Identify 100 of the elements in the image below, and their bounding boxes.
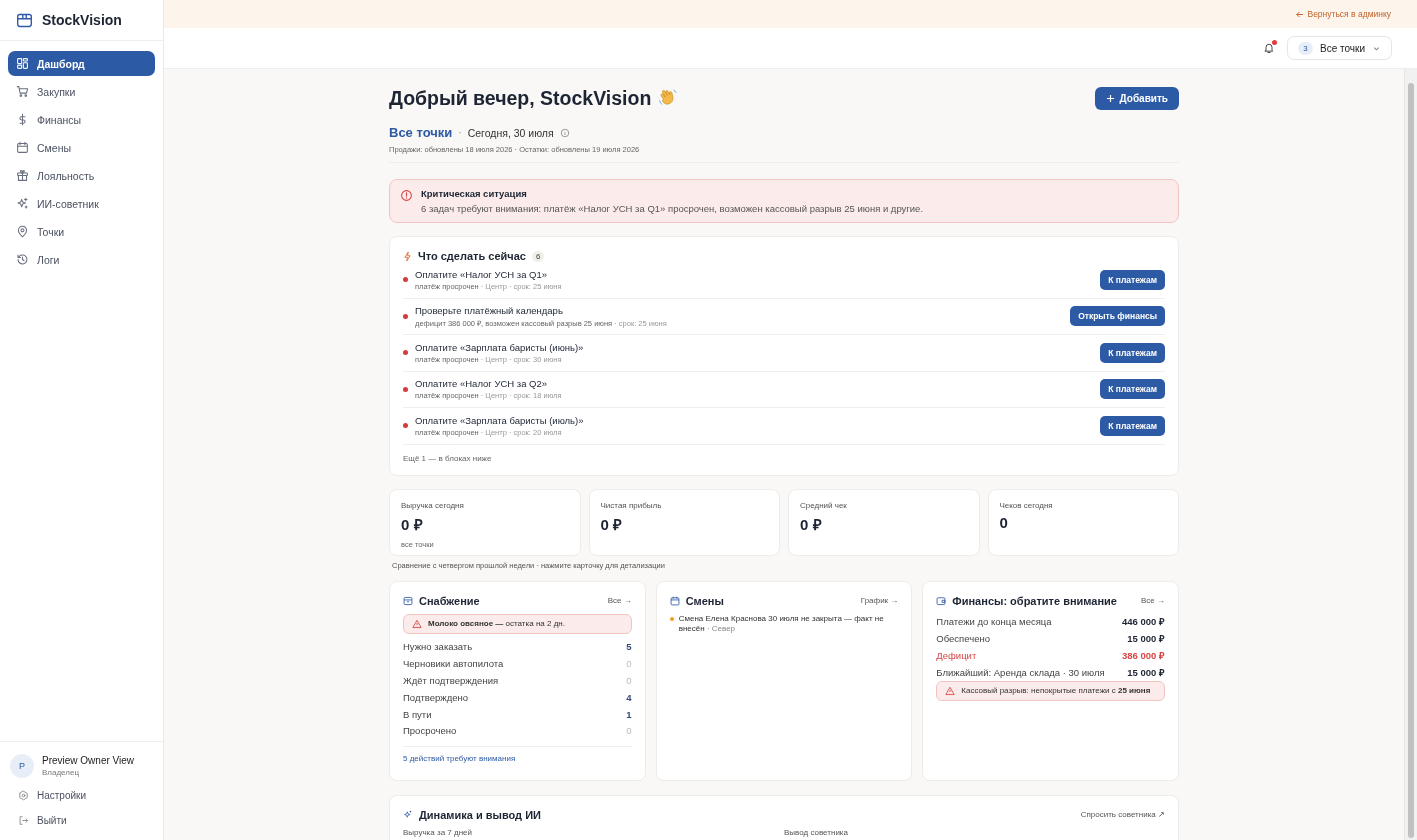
logout-link[interactable]: Выйти	[8, 811, 155, 830]
logout-icon	[18, 815, 29, 826]
location-picker[interactable]: 3 Все точки	[1287, 36, 1392, 60]
task-action-button[interactable]: К платежам	[1100, 269, 1165, 290]
separator-dot: ·	[458, 127, 462, 138]
user-avatar: P	[10, 754, 34, 778]
location-count: 3	[1298, 41, 1313, 55]
alert-title: Критическая ситуация	[421, 188, 528, 199]
alert-circle-icon	[400, 189, 413, 202]
finance-label: Ближайший: Аренда склада · 30 июля	[936, 666, 1105, 678]
settings-icon	[18, 790, 29, 801]
greeting-title: Добрый вечер, StockVision	[389, 86, 652, 110]
kpi-card[interactable]: Чистая прибыль 0 ₽	[588, 488, 780, 556]
kpi-label: Средний чек	[800, 500, 848, 510]
more-tasks-note: Ещё 1 — в блоках ниже	[403, 453, 493, 463]
supply-label: В пути	[403, 708, 432, 720]
todo-title: Что сделать сейчас	[418, 250, 526, 262]
finance-amount: 15 000 ₽	[1127, 632, 1165, 646]
task-title: Оплатите «Налог УСН за Q1»	[415, 268, 549, 280]
kpi-value: 0 ₽	[401, 514, 424, 534]
priority-dot	[403, 313, 408, 319]
map-pin-icon	[16, 225, 29, 238]
finance-amount: 446 000 ₽	[1122, 615, 1165, 629]
grid-icon	[16, 57, 29, 70]
nav-item[interactable]: Логи	[8, 247, 155, 272]
task-title: Оплатите «Зарплата баристы (июль)»	[415, 414, 584, 426]
settings-link[interactable]: Настройки	[8, 786, 155, 805]
supply-count: 4	[626, 691, 632, 703]
kpi-card[interactable]: Средний чек 0 ₽	[788, 488, 980, 556]
task-title: Оплатите «Зарплата баристы (июнь)»	[415, 341, 584, 353]
user-role: Владелец	[42, 768, 80, 777]
info-icon	[559, 127, 570, 138]
panel-title: Смены	[685, 594, 724, 607]
shift-warning: Смена Елена Краснова 30 июля не закрыта — факт не внесён · Север	[678, 613, 885, 635]
box-icon	[16, 11, 33, 29]
supply-label: Нужно заказать	[403, 641, 473, 653]
task-action-button[interactable]: К платежам	[1100, 379, 1165, 400]
warning-text: Кассовый разрыв: непокрытые платежи с 25 июня	[961, 686, 1151, 696]
supply-count: 5	[626, 641, 632, 653]
notifications-button[interactable]	[1261, 40, 1277, 56]
panel-title: Финансы: обратите внимание	[952, 594, 1117, 607]
finance-amount: 386 000 ₽	[1122, 649, 1165, 662]
task-count: 6	[531, 250, 545, 262]
priority-dot	[403, 350, 408, 356]
wallet-icon	[936, 595, 947, 606]
kpi-label: Чеков сегодня	[999, 500, 1054, 510]
supply-label: Черновики автопилота	[403, 658, 504, 670]
kpi-value: 0 ₽	[600, 514, 623, 534]
bell-icon	[1263, 42, 1275, 54]
task-action-button[interactable]: К платежам	[1100, 342, 1165, 363]
nav-item[interactable]: Дашборд	[8, 51, 155, 76]
view-all-link[interactable]: Все →	[1140, 596, 1165, 605]
kpi-card[interactable]: Чеков сегодня 0	[987, 488, 1179, 556]
alert-message: 6 задач требуют внимания: платёж «Налог УСН за Q1» просрочен, возможен кассовый разрыв 25 июня и другие.	[421, 203, 924, 214]
nav-item[interactable]: Закупки	[8, 79, 155, 104]
sparkle-icon	[403, 809, 413, 820]
panel-title: Снабжение	[419, 594, 480, 607]
finance-amount: 15 000 ₽	[1127, 665, 1165, 679]
schedule-link[interactable]: График →	[860, 596, 899, 605]
task-action-button[interactable]: Открыть финансы	[1070, 306, 1165, 327]
task-title: Оплатите «Налог УСН за Q2»	[415, 378, 549, 390]
location-link[interactable]: Все точки	[389, 125, 453, 140]
gift-icon	[16, 169, 29, 182]
cart-icon	[16, 85, 29, 98]
supply-count: 0	[626, 725, 632, 737]
view-all-link[interactable]: Все →	[607, 596, 632, 605]
nav-item[interactable]: Финансы	[8, 107, 155, 132]
scrollbar[interactable]	[1404, 69, 1417, 840]
finance-label: Платежи до конца месяца	[936, 616, 1052, 628]
nav-item[interactable]: Лояльность	[8, 163, 155, 188]
supply-label: Ждёт подтверждения	[403, 675, 499, 686]
add-button[interactable]: Добавить	[1094, 86, 1179, 110]
warning-text: Молоко овсяное — остатка на 2 дн.	[428, 619, 565, 628]
actions-needed-link[interactable]: 5 действий требуют внимания	[403, 746, 632, 764]
finance-label: Дефицит	[936, 650, 977, 661]
supply-count: 1	[626, 708, 632, 720]
priority-dot	[403, 386, 408, 392]
section-label: Выручка за 7 дней	[403, 827, 473, 837]
back-to-admin-link[interactable]: Вернуться в админку	[1295, 9, 1391, 19]
arrow-left-icon	[1295, 9, 1305, 19]
history-icon	[16, 253, 29, 266]
box-icon	[403, 595, 413, 606]
section-label: Вывод советника	[784, 827, 849, 837]
panel-title: Динамика и вывод ИИ	[419, 808, 541, 821]
nav-item[interactable]: Точки	[8, 219, 155, 244]
nav-item[interactable]: Смены	[8, 135, 155, 160]
supply-count: 0	[626, 658, 632, 670]
task-action-button[interactable]: К платежам	[1100, 415, 1165, 436]
location-label: Все точки	[1320, 42, 1365, 54]
task-title: Проверьте платёжный календарь	[415, 304, 564, 316]
sparkle-icon	[16, 197, 29, 210]
date-label: Сегодня, 30 июля	[467, 126, 554, 139]
warning-icon	[412, 618, 422, 629]
nav-item[interactable]: ИИ-советник	[8, 191, 155, 216]
ask-advisor-link[interactable]: Спросить советника ↗	[1080, 810, 1165, 819]
priority-dot	[403, 423, 408, 429]
dollar-icon	[16, 113, 29, 126]
lightning-icon	[403, 250, 412, 262]
calendar-icon	[669, 595, 680, 606]
kpi-label: Чистая прибыль	[600, 500, 663, 510]
